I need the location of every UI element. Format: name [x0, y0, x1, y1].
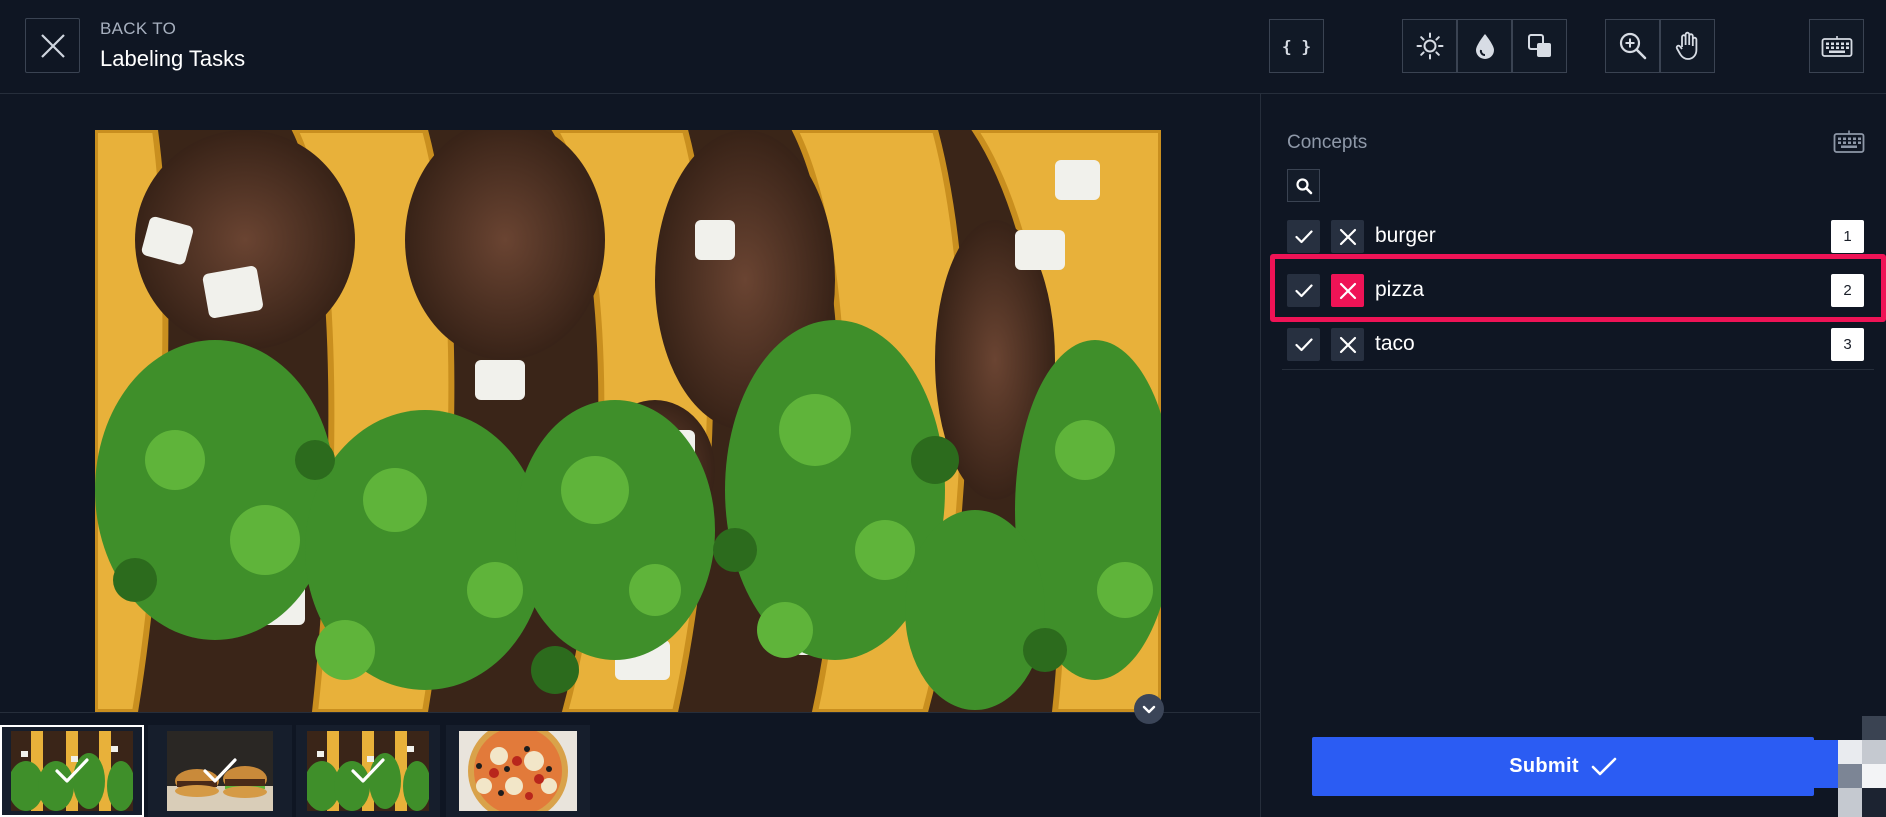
drop-icon	[1475, 34, 1494, 59]
checkmark-icon	[351, 758, 385, 783]
concepts-title: Concepts	[1287, 132, 1368, 153]
zoom-in-icon	[1619, 32, 1646, 60]
top-bar: BACK TO Labeling Tasks { }	[0, 0, 1886, 94]
thumbnail-burgers[interactable]	[148, 725, 292, 817]
back-to-link[interactable]: Labeling Tasks	[100, 46, 245, 72]
check-icon	[1294, 283, 1313, 297]
x-icon	[1339, 282, 1356, 299]
thumbnail-pizza[interactable]	[446, 725, 590, 817]
shortcut-key-badge: 3	[1831, 328, 1864, 361]
accept-concept-button[interactable]	[1287, 328, 1320, 361]
concept-label: pizza	[1375, 278, 1425, 301]
concept-row-burger: burger 1	[1282, 210, 1874, 262]
concept-row-taco: taco 3	[1282, 318, 1874, 370]
pixelated-corner-decoration	[1814, 716, 1886, 817]
submit-label: Submit	[1509, 755, 1579, 777]
reject-concept-button[interactable]	[1331, 328, 1364, 361]
checkmark-icon	[203, 758, 237, 783]
thumbnail-tacos-2[interactable]	[296, 725, 440, 817]
row-divider	[1282, 369, 1874, 370]
x-icon	[1339, 228, 1356, 245]
brightness-button[interactable]	[1402, 19, 1457, 73]
submit-button[interactable]: Submit	[1312, 737, 1814, 796]
thumbnail-tacos-1[interactable]	[0, 725, 144, 817]
back-to-label: BACK TO	[100, 19, 177, 38]
concepts-keyboard-button[interactable]	[1833, 128, 1865, 159]
close-button[interactable]	[25, 18, 80, 73]
main-image-tacos[interactable]	[95, 130, 1161, 712]
contrast-button[interactable]	[1512, 19, 1567, 73]
json-braces-icon: { }	[1282, 36, 1311, 56]
thumbnail-image	[459, 731, 577, 811]
panel-divider	[1260, 94, 1261, 817]
search-icon	[1295, 177, 1312, 194]
contrast-icon	[1527, 34, 1551, 57]
json-view-button[interactable]: { }	[1269, 19, 1324, 73]
check-icon	[1294, 229, 1313, 243]
pan-button[interactable]	[1660, 19, 1715, 73]
chevron-down-icon	[1142, 705, 1156, 714]
zoom-button[interactable]	[1605, 19, 1660, 73]
concept-search-button[interactable]	[1287, 169, 1320, 202]
close-icon	[40, 33, 65, 58]
checkmark-icon	[55, 758, 89, 783]
saturation-button[interactable]	[1457, 19, 1512, 73]
shortcut-key-badge: 2	[1831, 274, 1864, 307]
concept-row-pizza: pizza 2	[1282, 264, 1874, 316]
reject-concept-button[interactable]	[1331, 274, 1364, 307]
accept-concept-button[interactable]	[1287, 220, 1320, 253]
sun-icon	[1416, 32, 1443, 60]
concept-label: taco	[1375, 332, 1415, 355]
collapse-filmstrip-button[interactable]	[1134, 694, 1164, 724]
tacos-image	[95, 130, 1161, 712]
keyboard-shortcuts-button[interactable]	[1809, 19, 1864, 73]
concept-label: burger	[1375, 224, 1436, 247]
check-icon	[1294, 337, 1313, 351]
hand-icon	[1675, 31, 1697, 60]
shortcut-key-badge: 1	[1831, 220, 1864, 253]
reject-concept-button[interactable]	[1331, 220, 1364, 253]
x-icon	[1339, 336, 1356, 353]
accept-concept-button[interactable]	[1287, 274, 1320, 307]
keyboard-icon	[1833, 130, 1865, 153]
keyboard-icon	[1821, 36, 1852, 57]
check-icon	[1591, 757, 1617, 775]
filmstrip-divider	[0, 712, 1260, 713]
